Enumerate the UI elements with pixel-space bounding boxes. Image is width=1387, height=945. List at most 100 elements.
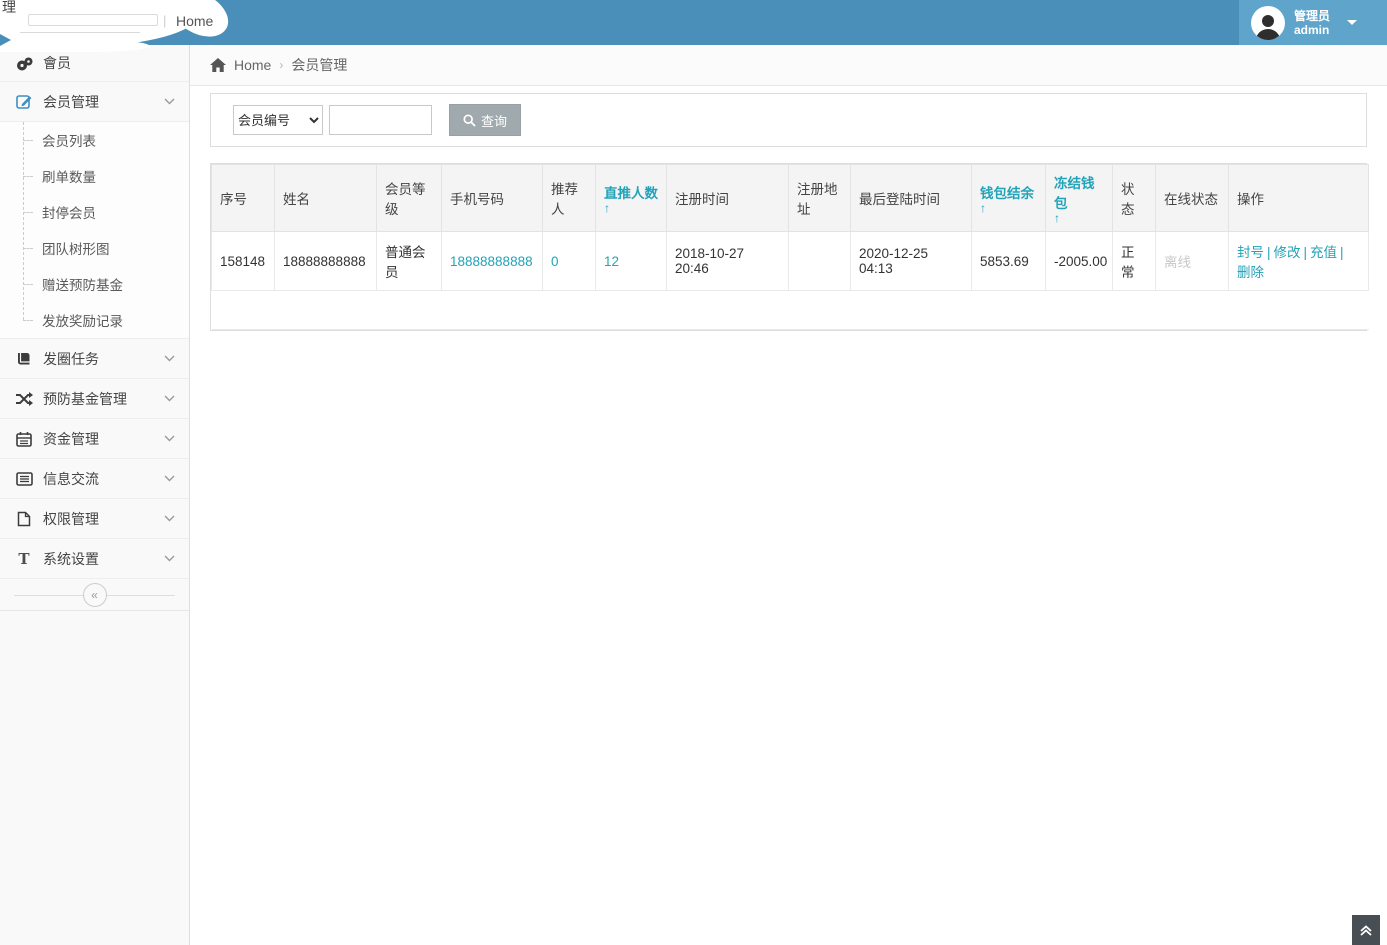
members-table: 序号 姓名 会员等级 手机号码 推荐人 直推人数 ↑ 注册时间 注册地址 最后登… — [211, 164, 1369, 330]
sort-up-icon: ↑ — [980, 201, 986, 215]
chevron-down-icon — [164, 435, 175, 442]
chevron-down-icon — [164, 515, 175, 522]
caret-down-icon — [1347, 20, 1358, 25]
col-reg-address: 注册地址 — [788, 164, 851, 232]
cell-referrer-link[interactable]: 0 — [551, 254, 559, 269]
col-actions: 操作 — [1228, 164, 1369, 232]
cell-level: 普通会员 — [376, 231, 442, 291]
col-reg-time: 注册时间 — [666, 164, 789, 232]
redaction-scribble — [20, 32, 140, 33]
cell-direct-count-link[interactable]: 12 — [604, 254, 619, 269]
sidebar-subitem-member-list[interactable]: 会员列表 — [0, 122, 189, 158]
col-level: 会员等级 — [376, 164, 442, 232]
action-recharge-link[interactable]: 充值 — [1310, 245, 1337, 260]
action-delete-link[interactable]: 删除 — [1237, 265, 1264, 280]
sidebar-collapse-row: « — [0, 579, 189, 611]
sidebar-subitem-banned-members[interactable]: 封停会员 — [0, 194, 189, 230]
redaction-blob — [0, 38, 150, 52]
chevron-down-icon — [164, 98, 175, 105]
admin-menu[interactable]: 管理员 admin — [1239, 0, 1387, 45]
members-table-panel: 序号 姓名 会员等级 手机号码 推荐人 直推人数 ↑ 注册时间 注册地址 最后登… — [210, 163, 1369, 331]
table-footer-row — [211, 290, 1369, 330]
chevron-down-icon — [164, 475, 175, 482]
sidebar-item-member-management[interactable]: 会员管理 — [0, 82, 189, 122]
cell-last-login: 2020-12-25 04:13 — [850, 231, 972, 291]
col-wallet-balance-sort[interactable]: 钱包结余 ↑ — [971, 164, 1046, 232]
cell-actions: 封号 | 修改 | 充值 |删除 — [1228, 231, 1369, 291]
breadcrumb-separator: › — [279, 58, 284, 72]
cell-phone-link[interactable]: 18888888888 — [450, 254, 533, 269]
admin-role: 管理员 — [1294, 8, 1331, 23]
col-direct-count-sort[interactable]: 直推人数 ↑ — [595, 164, 667, 232]
sidebar-item-label: 预防基金管理 — [43, 390, 127, 407]
admin-name: admin — [1294, 22, 1330, 37]
search-icon — [463, 113, 476, 127]
chevron-down-icon — [164, 555, 175, 562]
sidebar-item-funds-management[interactable]: 资金管理 — [0, 419, 189, 459]
book-icon — [14, 351, 34, 366]
person-icon — [1256, 14, 1280, 40]
sidebar-item-label: 权限管理 — [43, 510, 99, 527]
table-row: 158148 18888888888 普通会员 18888888888 0 12… — [211, 231, 1369, 291]
sidebar-subitem-reward-records[interactable]: 发放奖励记录 — [0, 302, 189, 338]
chevron-down-icon — [164, 355, 175, 362]
submenu-member-management: 会员列表 刷单数量 封停会员 团队树形图 赠送预防基金 发放奖励记录 — [0, 122, 189, 339]
table-header-row: 序号 姓名 会员等级 手机号码 推荐人 直推人数 ↑ 注册时间 注册地址 最后登… — [211, 164, 1369, 232]
col-name: 姓名 — [274, 164, 377, 232]
sidebar-item-messages[interactable]: 信息交流 — [0, 459, 189, 499]
dashboard-icon — [14, 56, 34, 71]
chevrons-up-icon — [1360, 925, 1372, 936]
sidebar-collapse-button[interactable]: « — [82, 582, 107, 607]
topbar: 理 | Home 管理员 admin — [0, 0, 1387, 52]
col-seq: 序号 — [211, 164, 275, 232]
chevron-down-icon — [164, 395, 175, 402]
search-input[interactable] — [329, 105, 432, 135]
sidebar-item-post-tasks[interactable]: 发圈任务 — [0, 339, 189, 379]
breadcrumb: Home › 会员管理 — [190, 45, 1387, 86]
avatar — [1251, 5, 1285, 40]
col-referrer: 推荐人 — [542, 164, 596, 232]
col-last-login: 最后登陆时间 — [850, 164, 972, 232]
sidebar-item-label: 发圈任务 — [43, 350, 99, 367]
redaction-blue-mark — [0, 34, 11, 46]
col-frozen-wallet-sort[interactable]: 冻结钱包 ↑ — [1045, 164, 1113, 232]
sidebar-subitem-order-count[interactable]: 刷单数量 — [0, 158, 189, 194]
tab-home[interactable]: Home — [176, 13, 213, 29]
tab-separator: | — [163, 13, 167, 28]
col-online-status: 在线状态 — [1155, 164, 1229, 232]
edit-icon — [14, 93, 34, 110]
sidebar-item-label: 会员管理 — [43, 93, 99, 110]
calendar-icon — [14, 431, 34, 447]
cell-name: 18888888888 — [274, 231, 377, 291]
sidebar-subitem-gift-fund[interactable]: 赠送预防基金 — [0, 266, 189, 302]
search-field-select[interactable]: 会员编号 — [233, 105, 323, 135]
file-icon — [14, 511, 34, 527]
col-status: 状态 — [1112, 164, 1156, 232]
sidebar-subitem-team-tree[interactable]: 团队树形图 — [0, 230, 189, 266]
sidebar-item-prevention-fund[interactable]: 预防基金管理 — [0, 379, 189, 419]
cell-seq: 158148 — [211, 231, 275, 291]
corner-text-fragment: 理 — [2, 0, 16, 15]
breadcrumb-home[interactable]: Home — [234, 57, 271, 73]
sidebar-item-label: 系统设置 — [43, 550, 99, 567]
redaction-scribble — [28, 14, 158, 26]
sidebar-item-permissions[interactable]: 权限管理 — [0, 499, 189, 539]
action-edit-link[interactable]: 修改 — [1274, 245, 1301, 260]
sort-up-icon: ↑ — [1054, 211, 1060, 225]
breadcrumb-current: 会员管理 — [291, 57, 348, 73]
sidebar-item-system-settings[interactable]: T 系统设置 — [0, 539, 189, 579]
sidebar-item-label: 信息交流 — [43, 470, 99, 487]
sidebar-item-label: 资金管理 — [43, 430, 99, 447]
shuffle-icon — [14, 391, 34, 406]
cell-status: 正常 — [1112, 231, 1156, 291]
sidebar: 會员 会员管理 会员列表 刷单数量 封停会员 团队树形图 赠送预防基金 发放奖励… — [0, 45, 190, 945]
action-ban-link[interactable]: 封号 — [1237, 245, 1264, 260]
back-to-top-button[interactable] — [1352, 915, 1380, 945]
home-icon — [210, 58, 226, 72]
cell-reg-address — [788, 231, 851, 291]
cell-wallet-balance: 5853.69 — [971, 231, 1046, 291]
search-button-label: 查询 — [481, 113, 508, 129]
search-button[interactable]: 查询 — [449, 104, 522, 136]
sidebar-item-label: 會员 — [43, 55, 71, 71]
cell-online-status: 离线 — [1164, 255, 1191, 270]
